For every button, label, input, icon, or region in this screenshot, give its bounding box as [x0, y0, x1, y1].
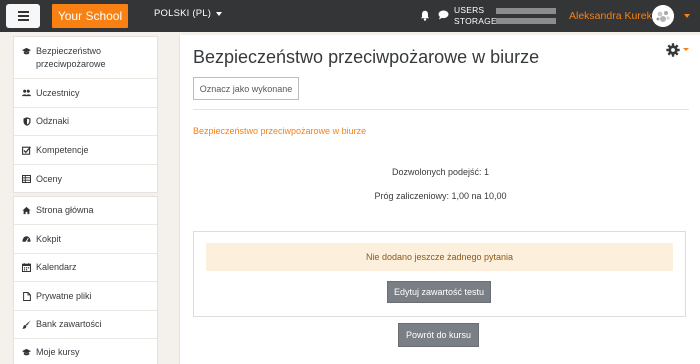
chevron-down-icon — [216, 11, 223, 16]
site-brand-link[interactable]: Your School — [52, 4, 128, 28]
storage-usage-label: STORAGE — [454, 16, 497, 26]
dashboard-icon — [22, 235, 31, 244]
avatar-image — [652, 5, 674, 27]
home-icon — [22, 206, 31, 215]
sidebar-item-label: Strona główna — [36, 205, 94, 215]
shield-icon — [22, 117, 31, 126]
avatar[interactable] — [652, 5, 674, 27]
sidebar-item-calendar[interactable]: Kalendarz — [14, 254, 157, 282]
file-icon — [22, 291, 31, 301]
hamburger-icon — [17, 11, 29, 21]
sidebar-item-competencies[interactable]: Kompetencje — [14, 136, 157, 165]
passing-grade-text: Próg zaliczeniowy: 1,00 na 10,00 — [374, 191, 507, 201]
chat-icon[interactable] — [438, 10, 449, 20]
attempts-allowed-text: Dozwolonych podejść: 1 — [391, 167, 490, 177]
sidebar-item-content-bank[interactable]: Bank zawartości — [14, 311, 157, 339]
page-title: Bezpieczeństwo przeciwpożarowe w biurze — [193, 47, 540, 67]
sidebar-item-label: Odznaki — [36, 116, 70, 126]
table-icon — [22, 175, 31, 184]
sidebar-item-label: Bezpieczeństwo przeciwpożarowe — [36, 46, 106, 69]
graduation-cap-icon — [22, 47, 31, 56]
no-questions-notice: Nie dodano jeszcze żadnego pytania — [206, 243, 673, 271]
sidebar-item-badges[interactable]: Odznaki — [14, 108, 157, 136]
bell-icon[interactable] — [420, 10, 430, 21]
gear-menu-chevron-icon[interactable] — [683, 48, 689, 51]
edit-quiz-button[interactable]: Edytuj zawartość testu — [387, 281, 491, 303]
checkbox-icon — [22, 146, 31, 155]
users-usage-label: USERS — [454, 5, 485, 15]
sidebar-item-label: Moje kursy — [36, 346, 80, 357]
storage-usage-bar — [496, 18, 556, 24]
calendar-icon — [22, 263, 31, 272]
top-navbar: Your School POLSKI (PL) USERS STORAGE Al… — [0, 0, 700, 32]
sidebar-item-private-files[interactable]: Prywatne pliki — [14, 282, 157, 311]
quiz-info-box: Nie dodano jeszcze żadnego pytania Edytu… — [193, 231, 686, 317]
sidebar-item-label: Bank zawartości — [36, 319, 102, 329]
sidebar-item-grades[interactable]: Oceny — [14, 165, 157, 193]
sidebar-item-course[interactable]: Bezpieczeństwo przeciwpożarowe — [14, 37, 157, 79]
sidebar-item-home[interactable]: Strona główna — [14, 197, 157, 225]
sidebar-item-participants[interactable]: Uczestnicy — [14, 79, 157, 108]
course-navigation-block: Bezpieczeństwo przeciwpożarowe Uczestnic… — [13, 36, 158, 193]
sidebar-item-dashboard[interactable]: Kokpit — [14, 225, 157, 254]
sidebar-item-label: Kokpit — [36, 233, 62, 244]
paint-brush-icon — [22, 320, 31, 329]
usage-labels: USERS STORAGE — [454, 5, 497, 27]
users-icon — [22, 89, 31, 98]
sidebar-item-label: Uczestnicy — [36, 87, 80, 98]
language-label: POLSKI (PL) — [154, 8, 212, 19]
site-navigation-block: Strona główna Kokpit Kalendarz Prywatne … — [13, 196, 158, 364]
sidebar-item-my-courses[interactable]: Moje kursy — [14, 339, 157, 364]
sidebar-item-label: Oceny — [36, 173, 63, 184]
user-menu-chevron-icon[interactable] — [684, 14, 690, 18]
users-usage-bar — [496, 8, 556, 14]
gear-icon[interactable] — [666, 43, 680, 57]
sidebar-item-label: Kompetencje — [36, 144, 89, 155]
activity-link[interactable]: Bezpieczeństwo przeciwpożarowe w biurze — [193, 126, 366, 136]
sidebar-item-label: Kalendarz — [36, 262, 77, 272]
sidebar-item-label: Prywatne pliki — [36, 290, 92, 301]
graduation-cap-icon — [22, 348, 31, 357]
back-to-course-button[interactable]: Powrót do kursu — [398, 323, 479, 347]
main-content: Bezpieczeństwo przeciwpożarowe w biurze … — [179, 35, 700, 364]
language-menu[interactable]: POLSKI (PL) — [154, 8, 223, 19]
divider — [193, 109, 689, 110]
user-menu-name[interactable]: Aleksandra Kurek — [569, 10, 652, 22]
mark-as-done-button[interactable]: Oznacz jako wykonane — [193, 77, 299, 100]
menu-toggle-button[interactable] — [6, 4, 40, 28]
